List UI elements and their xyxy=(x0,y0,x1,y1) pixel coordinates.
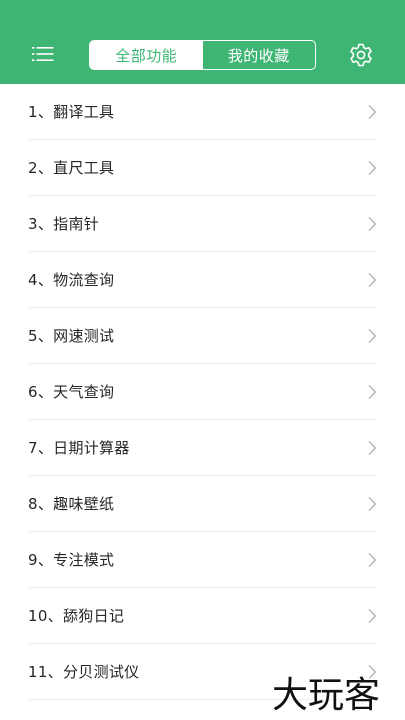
chevron-right-icon xyxy=(368,609,377,623)
tab-my-favorites[interactable]: 我的收藏 xyxy=(203,41,316,69)
list-item-label: 4、物流查询 xyxy=(28,271,115,289)
menu-button[interactable] xyxy=(30,44,56,64)
settings-button[interactable] xyxy=(348,42,374,68)
tab-all-functions-label: 全部功能 xyxy=(115,46,178,65)
chevron-right-icon xyxy=(368,329,377,343)
chevron-right-icon xyxy=(368,273,377,287)
list-item-label: 1、翻译工具 xyxy=(28,103,115,121)
list-item-label: 9、专注模式 xyxy=(28,551,115,569)
list-item-fun-wallpaper[interactable]: 8、趣味壁纸 xyxy=(0,476,405,532)
list-item-ruler-tool[interactable]: 2、直尺工具 xyxy=(0,140,405,196)
list-item-logistics-query[interactable]: 4、物流查询 xyxy=(0,252,405,308)
list-item-translate-tool[interactable]: 1、翻译工具 xyxy=(0,84,405,140)
tab-my-favorites-label: 我的收藏 xyxy=(227,46,290,65)
chevron-right-icon xyxy=(368,553,377,567)
gear-icon xyxy=(350,43,372,67)
chevron-right-icon xyxy=(368,161,377,175)
app-header: 全部功能 我的收藏 xyxy=(0,0,405,84)
list-item-label: 10、舔狗日记 xyxy=(28,607,125,625)
list-item-label: 11、分贝测试仪 xyxy=(28,663,140,681)
list-item-label: 2、直尺工具 xyxy=(28,159,115,177)
list-item-speed-test[interactable]: 5、网速测试 xyxy=(0,308,405,364)
list-item-compass[interactable]: 3、指南针 xyxy=(0,196,405,252)
list-item-label: 5、网速测试 xyxy=(28,327,115,345)
chevron-right-icon xyxy=(368,497,377,511)
list-menu-icon xyxy=(32,47,54,61)
chevron-right-icon xyxy=(368,441,377,455)
chevron-right-icon xyxy=(368,217,377,231)
list-item-label: 3、指南针 xyxy=(28,215,100,233)
list-item-diary[interactable]: 10、舔狗日记 xyxy=(0,588,405,644)
list-item-label: 7、日期计算器 xyxy=(28,439,130,457)
function-list: 1、翻译工具 2、直尺工具 3、指南针 4、物流查询 5、网速测试 6、天气查询… xyxy=(0,84,405,700)
list-item-label: 6、天气查询 xyxy=(28,383,115,401)
tab-all-functions[interactable]: 全部功能 xyxy=(90,41,203,69)
list-item-weather-query[interactable]: 6、天气查询 xyxy=(0,364,405,420)
watermark-text: 大玩客 xyxy=(272,675,381,716)
chevron-right-icon xyxy=(368,105,377,119)
list-item-label: 8、趣味壁纸 xyxy=(28,495,115,513)
list-item-focus-mode[interactable]: 9、专注模式 xyxy=(0,532,405,588)
chevron-right-icon xyxy=(368,385,377,399)
tab-switcher: 全部功能 我的收藏 xyxy=(89,40,316,70)
list-item-date-calculator[interactable]: 7、日期计算器 xyxy=(0,420,405,476)
